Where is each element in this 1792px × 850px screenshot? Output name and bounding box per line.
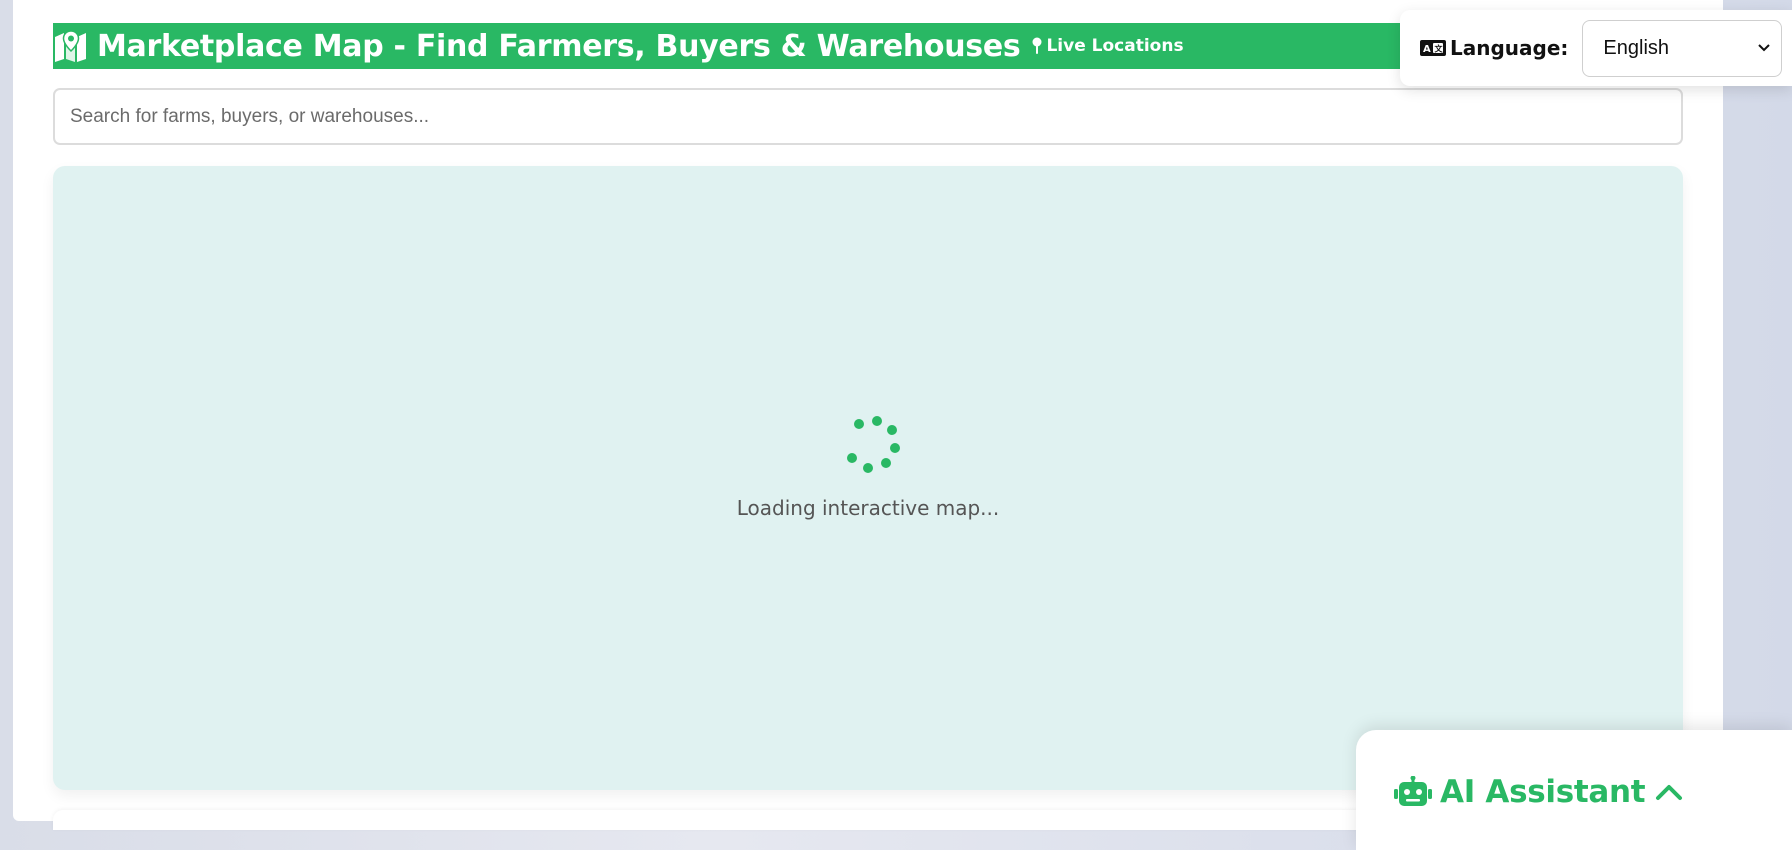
page-title: Marketplace Map - Find Farmers, Buyers &… (97, 28, 1021, 64)
ai-assistant-title: AI Assistant (1440, 774, 1646, 810)
map-loading-text: Loading interactive map... (736, 496, 1000, 520)
search-input[interactable] (53, 88, 1683, 145)
chevron-up-icon[interactable] (1655, 782, 1683, 802)
robot-icon (1394, 776, 1432, 806)
svg-text:文: 文 (1435, 44, 1444, 54)
svg-text:A: A (1423, 44, 1431, 55)
spinner-icon (847, 416, 900, 473)
language-label: Language: (1450, 36, 1569, 60)
language-select[interactable]: English (1582, 19, 1783, 77)
pin-icon (1032, 37, 1042, 54)
language-selector-panel: A 文 Language: English (1400, 10, 1792, 86)
map-panel[interactable]: Loading interactive map... (53, 166, 1683, 790)
language-selected-value: English (1603, 36, 1670, 59)
map-icon (55, 30, 86, 62)
language-icon: A 文 (1420, 40, 1446, 56)
ai-assistant-toggle[interactable]: AI Assistant (1394, 774, 1683, 810)
ai-assistant-panel: AI Assistant (1356, 730, 1792, 850)
live-locations-badge: Live Locations (1030, 36, 1184, 56)
chevron-down-icon (1758, 44, 1771, 52)
live-locations-label: Live Locations (1046, 36, 1184, 56)
